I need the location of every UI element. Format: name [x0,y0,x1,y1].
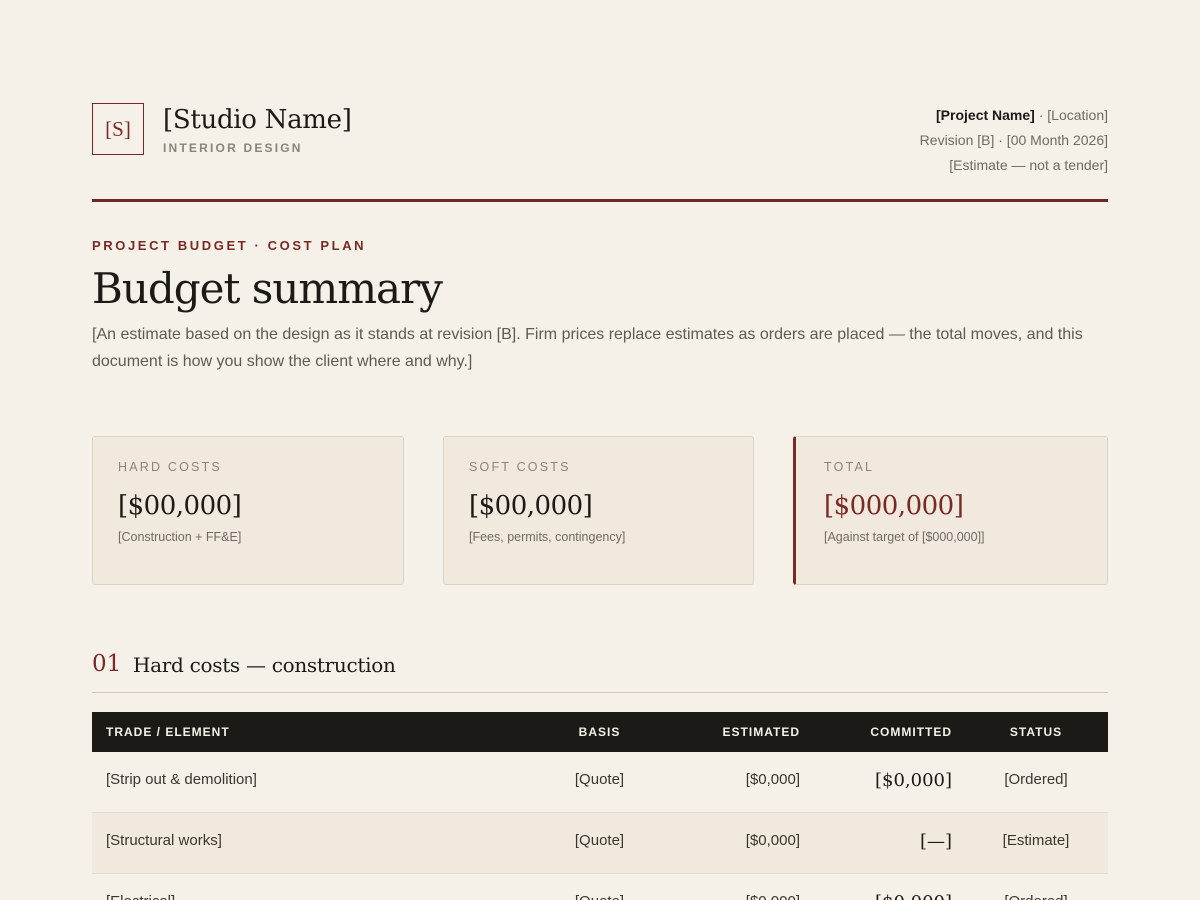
studio-logo: [S] [92,103,144,155]
page-title: Budget summary [92,264,443,313]
section-title: Hard costs — construction [133,653,396,677]
column-header-basis: BASIS [578,725,621,739]
card-value: [$00,000] [469,491,593,521]
column-header-committed: COMMITTED [870,725,952,739]
section-divider [92,692,1108,693]
studio-name: [Studio Name] [163,105,352,135]
cell-basis: [Quote] [562,892,637,900]
project-location: [Location] [1047,107,1108,123]
document-eyebrow: PROJECT BUDGET · COST PLAN [92,238,367,253]
card-note: [Against target of [$000,000]] [824,530,985,544]
cell-committed: [—] [919,831,952,852]
card-note: [Fees, permits, contingency] [469,530,626,544]
cell-status: [Estimate] [1002,832,1070,849]
intro-paragraph: [An estimate based on the design as it s… [92,326,1083,370]
card-value: [$00,000] [118,491,242,521]
cell-status: [Ordered] [988,892,1084,900]
cell-trade: [Strip out & demolition] [106,771,257,788]
cell-trade: [Electrical] [106,892,175,900]
project-name: [Project Name] [936,107,1035,123]
cell-committed: [$0,000] [874,770,952,791]
section-heading: 01 Hard costs — construction [92,648,1108,684]
card-hard-costs: HARD COSTS [$00,000] [Construction + FF&… [92,436,404,585]
revision-line: Revision [B] · [00 Month 2026] [919,132,1108,148]
column-header-status: STATUS [1009,725,1063,739]
project-line: [Project Name] · [Location] [920,103,1108,128]
table-row: [Electrical] [Quote] [$0,000] [$0,000] [… [92,874,1108,900]
budget-document: [S] [Studio Name] INTERIOR DESIGN [Proje… [0,0,1200,900]
column-header-estimated: ESTIMATED [722,725,800,739]
cell-basis: [Quote] [574,832,625,849]
cell-trade: [Structural works] [106,832,222,849]
table-row: [Structural works] [Quote] [$0,000] [—] … [92,813,1108,874]
table-header: TRADE / ELEMENT BASIS ESTIMATED COMMITTE… [92,712,1108,752]
card-label: HARD COSTS [118,460,222,474]
hard-costs-table: TRADE / ELEMENT BASIS ESTIMATED COMMITTE… [92,712,1108,900]
studio-discipline: INTERIOR DESIGN [163,141,303,155]
cell-status: [Ordered] [1004,771,1068,788]
card-note: [Construction + FF&E] [118,530,242,544]
column-header-trade: TRADE / ELEMENT [106,725,230,739]
estimate-note: [Estimate — not a tender] [949,157,1108,173]
meta-separator: · [1034,107,1048,123]
cell-basis: [Quote] [574,771,625,788]
project-meta: [Project Name] · [Location] Revision [B]… [920,103,1108,178]
cell-committed: [$0,000] [822,890,952,900]
card-label: TOTAL [824,460,875,474]
cell-estimated: [$0,000] [745,832,800,849]
cell-estimated: [$0,000] [672,892,800,900]
card-soft-costs: SOFT COSTS [$00,000] [Fees, permits, con… [443,436,754,585]
section-number: 01 [92,651,122,677]
summary-cards: HARD COSTS [$00,000] [Construction + FF&… [92,436,1108,585]
card-total: TOTAL [$000,000] [Against target of [$00… [793,436,1108,585]
document-header: [S] [Studio Name] INTERIOR DESIGN [Proje… [92,103,1108,203]
card-value: [$000,000] [824,491,964,521]
header-divider [92,199,1108,202]
cell-estimated: [$0,000] [745,771,800,788]
table-row: [Strip out & demolition] [Quote] [$0,000… [92,752,1108,813]
card-label: SOFT COSTS [469,460,571,474]
